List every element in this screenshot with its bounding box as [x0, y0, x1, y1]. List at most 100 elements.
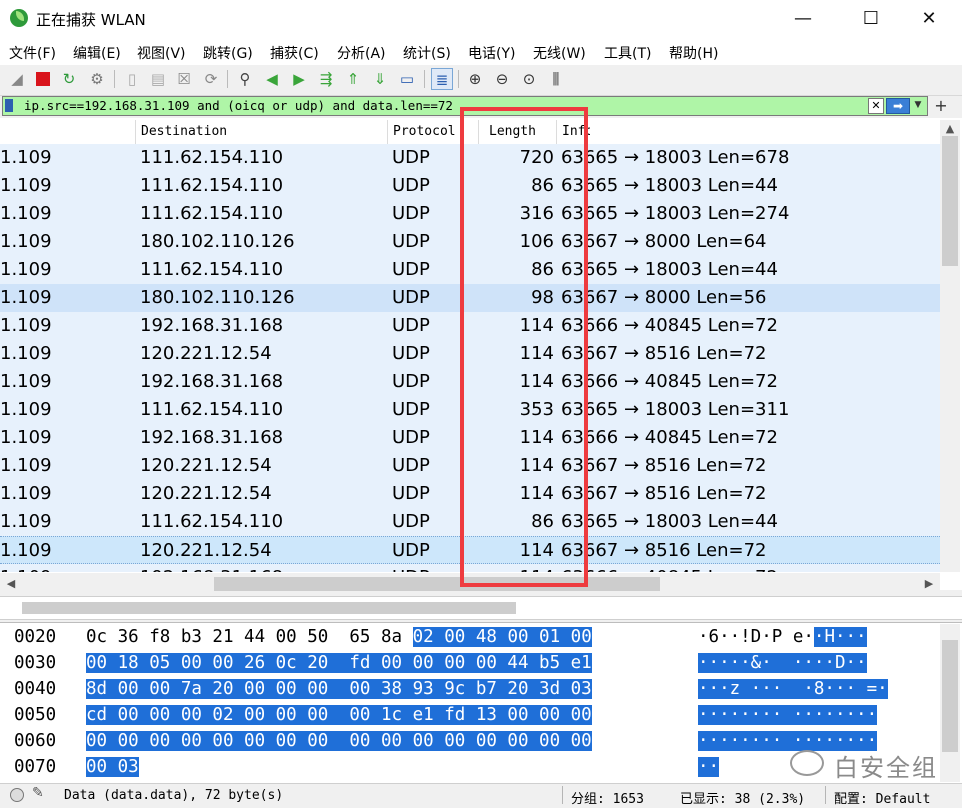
display-filter-input[interactable] [24, 96, 864, 116]
reload-icon[interactable]: ⟳ [200, 68, 222, 90]
scroll-left-icon[interactable]: ◀ [4, 577, 18, 590]
status-field-info: Data (data.data), 72 byte(s) [64, 788, 284, 803]
menu-tools[interactable]: 工具(T) [604, 43, 651, 63]
shark-fin-icon[interactable]: ◢ [6, 68, 28, 90]
column-header-destination[interactable]: Destination [141, 124, 227, 139]
packet-source: 1.109 [0, 511, 52, 532]
status-separator [825, 786, 826, 804]
close-button[interactable]: ✕ [906, 0, 952, 38]
hex-bytes[interactable]: 0c 36 f8 b3 21 44 00 50 65 8a 02 00 48 0… [86, 624, 592, 650]
packet-info: 63667 → 8516 Len=72 [561, 343, 767, 364]
scroll-up-icon[interactable]: ▲ [942, 122, 958, 135]
expert-info-icon[interactable] [10, 788, 24, 802]
last-icon[interactable]: ⇓ [369, 68, 391, 90]
clear-filter-icon[interactable]: ✕ [868, 98, 884, 114]
hex-bytes-selected: cd 00 00 00 02 00 00 00 00 1c e1 fd 13 0… [86, 705, 592, 725]
menu-statistics[interactable]: 统计(S) [403, 43, 451, 63]
minimize-button[interactable]: — [780, 0, 826, 38]
packet-protocol: UDP [392, 287, 430, 308]
packet-source: 1.109 [0, 564, 52, 572]
packet-info: 63667 → 8000 Len=64 [561, 231, 767, 252]
hex-bytes[interactable]: cd 00 00 00 02 00 00 00 00 1c e1 fd 13 0… [86, 702, 592, 728]
wireshark-logo-icon [10, 9, 28, 27]
save-icon[interactable]: ▤ [147, 68, 169, 90]
menu-capture[interactable]: 捕获(C) [270, 43, 319, 63]
ascii-bytes[interactable]: ·6··!D·P e··H··· [698, 624, 867, 650]
menu-help[interactable]: 帮助(H) [669, 43, 718, 63]
zoom-out-icon[interactable]: ⊖ [491, 68, 513, 90]
open-file-icon[interactable]: ▯ [121, 68, 143, 90]
menu-wireless[interactable]: 无线(W) [533, 43, 586, 63]
menu-edit[interactable]: 编辑(E) [73, 43, 121, 63]
hex-bytes[interactable]: 00 18 05 00 00 26 0c 20 fd 00 00 00 00 4… [86, 650, 592, 676]
bytes-scroll-thumb[interactable] [942, 640, 958, 752]
menu-file[interactable]: 文件(F) [9, 43, 56, 63]
packet-info: 63665 → 18003 Len=274 [561, 203, 790, 224]
filter-bookmark-icon[interactable] [5, 99, 13, 112]
column-separator [135, 120, 136, 144]
status-separator [562, 786, 563, 804]
menu-telephony[interactable]: 电话(Y) [468, 43, 515, 63]
length-column-highlight-box [460, 107, 588, 587]
menu-go[interactable]: 跳转(G) [203, 43, 253, 63]
packet-protocol: UDP [392, 343, 430, 364]
hex-bytes[interactable]: 00 00 00 00 00 00 00 00 00 00 00 00 00 0… [86, 728, 592, 754]
hex-bytes[interactable]: 8d 00 00 7a 20 00 00 00 00 38 93 9c b7 2… [86, 676, 592, 702]
forward-arrow-icon[interactable]: ▶ [288, 68, 310, 90]
byte-offset: 0040 [14, 679, 57, 699]
ascii-bytes[interactable]: ········ ········ [698, 702, 878, 728]
packet-source: 1.109 [0, 175, 52, 196]
packet-destination: 111.62.154.110 [140, 203, 284, 224]
back-arrow-icon[interactable]: ◀ [261, 68, 283, 90]
packet-source: 1.109 [0, 315, 52, 336]
goto-icon[interactable]: ⇶ [315, 68, 337, 90]
edit-comment-icon[interactable]: ✎ [32, 785, 44, 801]
apply-filter-icon[interactable]: ➡ [886, 98, 910, 114]
stop-icon[interactable] [32, 68, 54, 90]
zoom-reset-icon[interactable]: ⊙ [518, 68, 540, 90]
ascii-bytes-selected: ········ ········ [698, 705, 878, 725]
ascii-bytes[interactable]: ·····&· ····D·· [698, 650, 867, 676]
packet-destination: 180.102.110.126 [140, 231, 295, 252]
status-profile[interactable]: 配置: Default [834, 788, 930, 807]
options-gear-icon[interactable]: ⚙ [86, 68, 108, 90]
ascii-bytes[interactable]: ·· [698, 754, 720, 780]
bytes-row: 0030 00 18 05 00 00 26 0c 20 fd 00 00 00 … [0, 650, 940, 676]
ascii-bytes[interactable]: ···z ··· ·8··· =· [698, 676, 888, 702]
hex-bytes-selected: 8d 00 00 7a 20 00 00 00 00 38 93 9c b7 2… [86, 679, 592, 699]
packet-destination: 120.221.12.54 [140, 343, 272, 364]
packet-info: 63665 → 18003 Len=678 [561, 147, 790, 168]
autoscroll-icon[interactable]: ▭ [396, 68, 418, 90]
colorize-icon[interactable]: ≣ [431, 68, 453, 90]
resize-columns-icon[interactable]: ⫼ [545, 68, 567, 90]
find-icon[interactable]: ⚲ [234, 68, 256, 90]
column-header-protocol[interactable]: Protocol [393, 124, 456, 139]
toolbar-separator [424, 70, 425, 88]
details-horizontal-scroll-thumb[interactable] [22, 602, 516, 614]
menu-analyze[interactable]: 分析(A) [337, 43, 386, 63]
packet-info: 63665 → 18003 Len=311 [561, 399, 790, 420]
byte-offset: 0070 [14, 757, 57, 777]
filter-history-dropdown-icon[interactable]: ▼ [912, 98, 924, 112]
menu-view[interactable]: 视图(V) [137, 43, 186, 63]
first-icon[interactable]: ⇑ [342, 68, 364, 90]
packet-info: 63666 → 40845 Len=72 [561, 315, 778, 336]
maximize-button[interactable]: ☐ [848, 0, 894, 38]
packet-protocol: UDP [392, 371, 430, 392]
close-file-icon[interactable]: ☒ [173, 68, 195, 90]
packet-destination: 192.168.31.168 [140, 427, 284, 448]
scroll-right-icon[interactable]: ▶ [922, 577, 936, 590]
packet-protocol: UDP [392, 511, 430, 532]
add-filter-button-icon[interactable]: + [934, 96, 948, 116]
vertical-scroll-thumb[interactable] [942, 136, 958, 266]
packet-destination: 111.62.154.110 [140, 175, 284, 196]
horizontal-scroll-thumb[interactable] [214, 577, 660, 591]
packet-protocol: UDP [392, 399, 430, 420]
bytes-row: 0040 8d 00 00 7a 20 00 00 00 00 38 93 9c … [0, 676, 940, 702]
ascii-bytes-selected: ·· [698, 757, 720, 777]
hex-bytes[interactable]: 00 03 [86, 754, 139, 780]
status-packets: 分组: 1653 [571, 792, 644, 807]
packet-info: 63667 → 8516 Len=72 [561, 455, 767, 476]
zoom-in-icon[interactable]: ⊕ [464, 68, 486, 90]
restart-icon[interactable]: ↻ [58, 68, 80, 90]
